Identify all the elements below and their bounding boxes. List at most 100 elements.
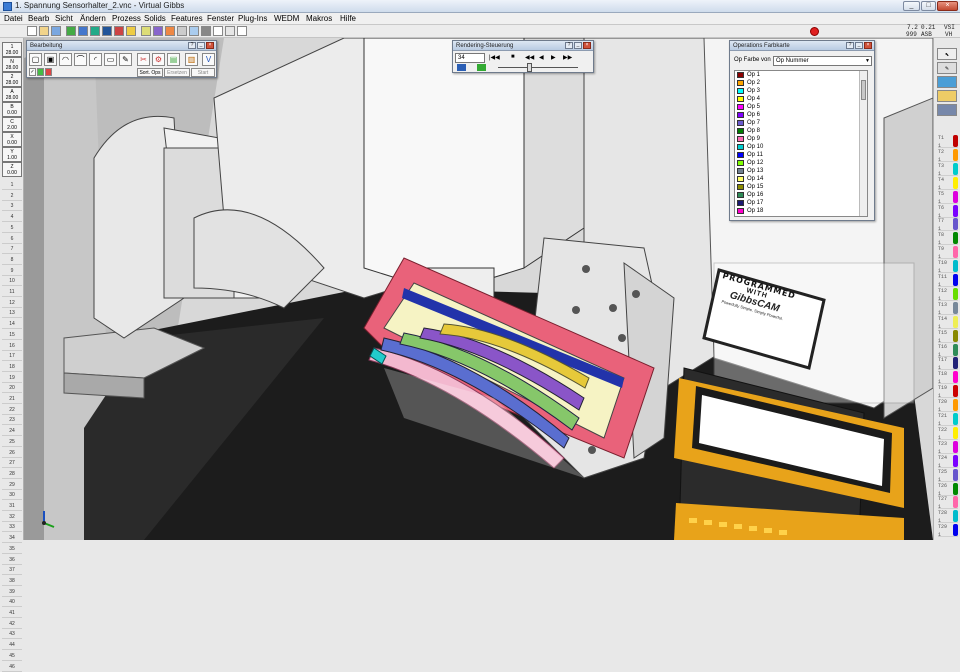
op-slot[interactable]: T6 1 (938, 204, 958, 219)
op-slot[interactable]: T19 1 (938, 384, 958, 399)
pointer-icon[interactable] (177, 26, 187, 36)
menu-datei[interactable]: Datei (4, 14, 23, 23)
maximize-button[interactable]: □ (921, 1, 936, 11)
geometry-icon[interactable] (66, 26, 76, 36)
wrench-tool-icon[interactable]: ✎ (937, 62, 957, 74)
sort-ops-button[interactable]: Sort. Ops (137, 68, 163, 77)
op-list-item[interactable]: Op 9 (735, 135, 867, 143)
stop-small-icon[interactable] (45, 68, 52, 76)
op-slot[interactable]: T26 1 (938, 482, 958, 497)
render-color-icon[interactable] (477, 64, 486, 71)
rewind-button[interactable]: ◀◀ (525, 54, 534, 61)
fast-forward-button[interactable]: ▶▶ (563, 54, 572, 61)
op-list-item[interactable]: Op 3 (735, 87, 867, 95)
close-button[interactable]: × (937, 1, 958, 11)
render-icon[interactable] (189, 26, 199, 36)
op-list-item[interactable]: Op 6 (735, 111, 867, 119)
edit-palette-help[interactable]: ? (188, 42, 196, 49)
copy-icon[interactable] (225, 26, 235, 36)
op-slot[interactable]: T11 1 (938, 273, 958, 288)
op-slot[interactable]: T15 1 (938, 329, 958, 344)
process-icon[interactable] (90, 26, 100, 36)
op-slot[interactable]: T7 1 (938, 217, 958, 232)
left-tool-7[interactable]: X 0.00 (2, 132, 22, 147)
edit-palette-min[interactable]: _ (197, 42, 205, 49)
op-slot[interactable]: T25 1 (938, 468, 958, 483)
op-slot[interactable]: T16 1 (938, 343, 958, 358)
op-slot[interactable]: T2 1 (938, 148, 958, 163)
op-slot[interactable]: T24 1 (938, 454, 958, 469)
machine-icon[interactable] (165, 26, 175, 36)
mill-icon[interactable]: ▤ (167, 53, 180, 66)
menu-fenster[interactable]: Fenster (207, 14, 234, 23)
menu-hilfe[interactable]: Hilfe (340, 14, 356, 23)
render-speed-slider[interactable] (498, 67, 578, 68)
new-doc-icon[interactable] (27, 26, 37, 36)
op-list-item[interactable]: Op 12 (735, 159, 867, 167)
stock-icon[interactable] (126, 26, 136, 36)
window-icon[interactable]: ▣ (44, 53, 57, 66)
solid-icon[interactable] (141, 26, 151, 36)
ok-icon[interactable] (37, 68, 44, 76)
op-list-item[interactable]: Op 13 (735, 167, 867, 175)
select-icon[interactable]: ▢ (29, 53, 42, 66)
menu-makros[interactable]: Makros (306, 14, 332, 23)
ops-palette-close[interactable]: × (864, 42, 872, 49)
shape-icon[interactable]: ◜ (89, 53, 102, 66)
toolpath-icon[interactable] (102, 26, 112, 36)
stop-render-button[interactable]: ■ (511, 54, 515, 60)
op-slot[interactable]: T9 1 (938, 245, 958, 260)
op-list-item[interactable]: Op 5 (735, 103, 867, 111)
menu-andern[interactable]: Ändern (80, 14, 106, 23)
process-list-icon[interactable] (937, 104, 957, 116)
ops-palette-help[interactable]: ? (846, 42, 854, 49)
check-icon[interactable]: ✓ (29, 68, 36, 76)
op-slot[interactable]: T18 1 (938, 370, 958, 385)
workpiece-icon[interactable] (114, 26, 124, 36)
menu-solids[interactable]: Solids (144, 14, 166, 23)
paint-icon[interactable]: ▥ (185, 53, 198, 66)
line-icon[interactable]: ⌒ (74, 53, 87, 66)
cut-icon[interactable]: ✂ (137, 53, 150, 66)
left-tool-1[interactable]: 1 28.00 (2, 42, 22, 57)
ops-palette-min[interactable]: _ (855, 42, 863, 49)
pointer-tool-icon[interactable]: ⬉ (937, 48, 957, 60)
op-list-item[interactable]: Op 15 (735, 183, 867, 191)
menu-plugins[interactable]: Plug-Ins (238, 14, 267, 23)
tool-list-icon[interactable] (937, 90, 957, 102)
left-tool-2[interactable]: N 28.00 (2, 57, 22, 72)
render-palette-close[interactable]: × (583, 42, 591, 49)
palette-icon[interactable] (213, 26, 223, 36)
contour-icon[interactable]: ✎ (119, 53, 132, 66)
op-slot[interactable]: T22 1 (938, 426, 958, 441)
left-tool-5[interactable]: B 0.00 (2, 102, 22, 117)
first-frame-button[interactable]: |◀◀ (489, 54, 500, 61)
op-slot[interactable]: T12 1 (938, 287, 958, 302)
op-slot[interactable]: T14 1 (938, 315, 958, 330)
menu-bearb[interactable]: Bearb (28, 14, 49, 23)
op-slot[interactable]: T28 1 (938, 509, 958, 524)
op-slot[interactable]: T23 1 (938, 440, 958, 455)
op-slot[interactable]: T20 1 (938, 398, 958, 413)
op-list-item[interactable]: Op 4 (735, 95, 867, 103)
op-list-item[interactable]: Op 10 (735, 143, 867, 151)
op-list-item[interactable]: Op 8 (735, 127, 867, 135)
op-list-item[interactable]: Op 11 (735, 151, 867, 159)
layer-tool-icon[interactable] (937, 76, 957, 88)
op-list-item[interactable]: Op 17 (735, 199, 867, 207)
menu-prozess[interactable]: Prozess (112, 14, 141, 23)
stop-icon[interactable] (810, 27, 819, 36)
save-icon[interactable] (51, 26, 61, 36)
render-slider-thumb[interactable] (527, 63, 532, 72)
op-slot[interactable]: T3 1 (938, 162, 958, 177)
replace-button[interactable]: Ersetzen (164, 68, 190, 77)
verify-icon[interactable]: V (202, 53, 215, 66)
menu-sicht[interactable]: Sicht (55, 14, 73, 23)
op-slot[interactable]: T17 1 (938, 356, 958, 371)
op-list-item[interactable]: Op 7 (735, 119, 867, 127)
ops-list-scroll-thumb[interactable] (861, 80, 866, 100)
drill-icon[interactable]: ⚙ (152, 53, 165, 66)
op-slot[interactable]: T13 1 (938, 301, 958, 316)
render-step-field[interactable]: 34 (455, 53, 485, 63)
arc-icon[interactable]: ◠ (59, 53, 72, 66)
